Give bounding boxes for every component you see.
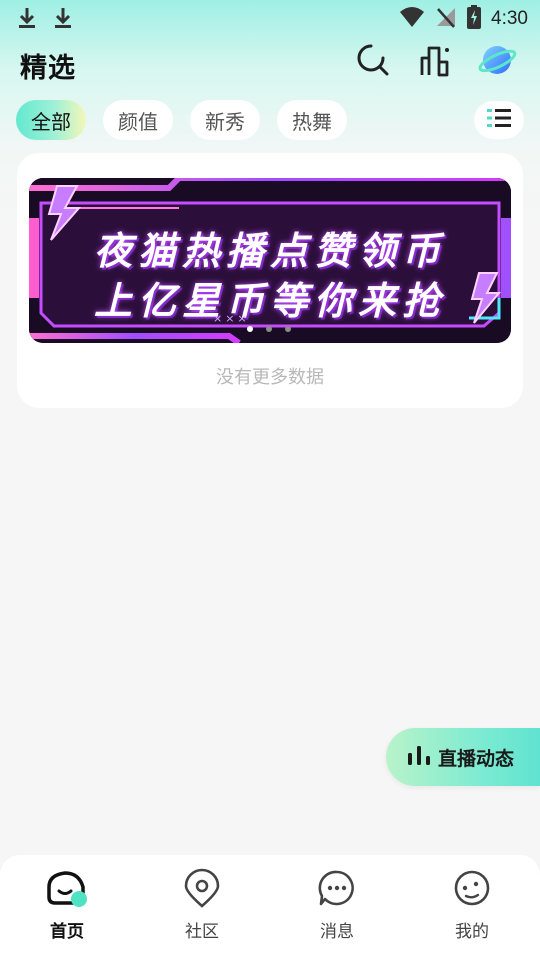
- live-feed-button[interactable]: 直播动态: [386, 728, 540, 786]
- tab-label: 热舞: [292, 109, 332, 134]
- header: 精选: [0, 38, 540, 88]
- empty-state-text: 没有更多数据: [216, 367, 324, 388]
- page-title: 精选: [20, 53, 76, 84]
- download-icon: [16, 6, 38, 34]
- no-signal-icon: [435, 6, 457, 32]
- nav-label: 社区: [185, 922, 219, 942]
- status-bar: 4:30: [0, 0, 540, 36]
- live-feed-label: 直播动态: [438, 747, 515, 770]
- download-icon: [52, 6, 74, 34]
- ranking-icon[interactable]: [415, 40, 455, 80]
- planet-icon[interactable]: [477, 40, 517, 80]
- carousel-indicator: [247, 326, 291, 332]
- screen: 4:30 精选 全部 颜值 新秀 热舞 夜猫热播点赞领币 上亿星币等你来抢 ××…: [0, 0, 540, 960]
- tab-all[interactable]: 全部: [16, 100, 86, 140]
- banner-decor: ×××: [213, 312, 250, 325]
- tab-label: 颜值: [118, 109, 158, 134]
- nav-community[interactable]: 社区: [152, 867, 252, 952]
- status-time: 4:30: [491, 8, 528, 29]
- home-icon: [43, 867, 91, 909]
- bar-chart-icon: [406, 743, 432, 771]
- tab-dance[interactable]: 热舞: [277, 100, 347, 140]
- profile-icon: [448, 867, 496, 909]
- nav-label: 首页: [50, 922, 84, 942]
- tab-label: 新秀: [205, 109, 245, 134]
- filter-button[interactable]: [474, 101, 524, 139]
- category-tabs: 全部 颜值 新秀 热舞: [16, 100, 347, 140]
- carousel-dot[interactable]: [285, 326, 291, 332]
- tab-looks[interactable]: 颜值: [103, 100, 173, 140]
- content-card: 夜猫热播点赞领币 上亿星币等你来抢 ××× 没有更多数据: [17, 153, 523, 408]
- nav-home[interactable]: 首页: [17, 867, 117, 952]
- wifi-icon: [399, 6, 425, 32]
- carousel-dot[interactable]: [266, 326, 272, 332]
- nav-label: 我的: [455, 922, 489, 942]
- community-icon: [178, 867, 226, 909]
- banner-headline-1: 夜猫热播点赞领币: [93, 229, 446, 273]
- carousel-dot[interactable]: [247, 326, 253, 332]
- list-filter-icon: [487, 108, 511, 132]
- nav-messages[interactable]: 消息: [287, 867, 387, 952]
- nav-label: 消息: [320, 922, 354, 942]
- battery-charging-icon: [467, 5, 482, 33]
- bottom-nav: 首页 社区 消息 我的: [0, 855, 540, 960]
- tab-label: 全部: [31, 109, 71, 134]
- nav-profile[interactable]: 我的: [422, 867, 522, 952]
- search-icon[interactable]: [353, 40, 393, 80]
- message-icon: [313, 867, 361, 909]
- promo-banner[interactable]: 夜猫热播点赞领币 上亿星币等你来抢 ×××: [29, 178, 511, 343]
- tab-newcomers[interactable]: 新秀: [190, 100, 260, 140]
- banner-headline-2: 上亿星币等你来抢: [93, 279, 446, 323]
